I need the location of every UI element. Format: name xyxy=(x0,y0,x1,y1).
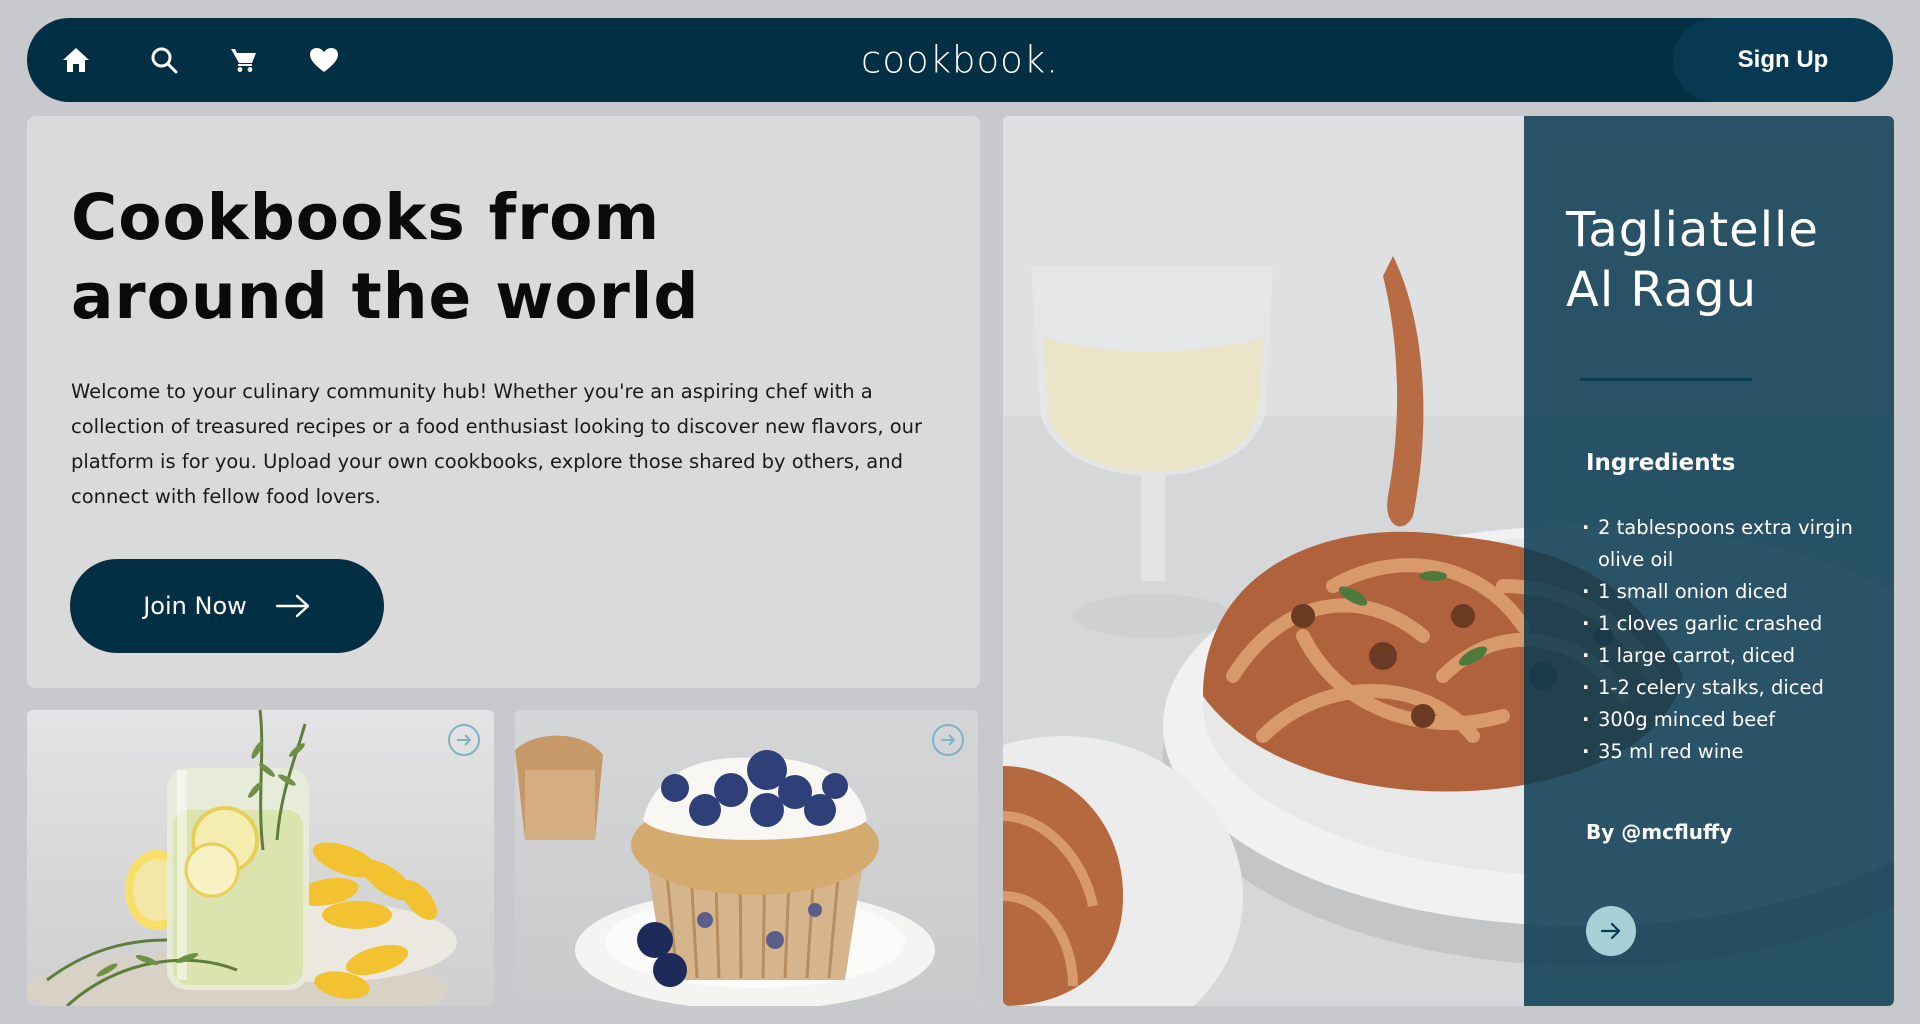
arrow-right-icon xyxy=(1600,922,1621,940)
top-navbar: cookbook. Sign Up xyxy=(27,18,1893,102)
recipe-title-line1: Tagliatelle xyxy=(1566,202,1819,258)
recipe-info-panel: Tagliatelle Al Ragu Ingredients 2 tables… xyxy=(1524,116,1894,1006)
arrow-circle-icon[interactable] xyxy=(448,724,480,756)
ingredients-list: 2 tablespoons extra virgin olive oil 1 s… xyxy=(1582,512,1886,768)
arrow-right-icon xyxy=(275,594,309,618)
home-icon[interactable] xyxy=(56,32,96,88)
ingredient-item: 1 small onion diced xyxy=(1582,576,1886,608)
join-now-button[interactable]: Join Now xyxy=(70,559,384,653)
lemonade-image xyxy=(27,710,457,1006)
hero-panel: Cookbooks from around the world Welcome … xyxy=(27,116,980,688)
ingredient-item: 1 cloves garlic crashed xyxy=(1582,608,1886,640)
hero-title-line2: around the world xyxy=(71,260,700,333)
heart-icon[interactable] xyxy=(284,32,364,88)
recipe-author[interactable]: By @mcfluffy xyxy=(1586,820,1732,844)
ingredient-item: 300g minced beef xyxy=(1582,704,1886,736)
title-divider xyxy=(1580,378,1752,381)
ingredient-item: 2 tablespoons extra virgin olive oil xyxy=(1582,512,1886,576)
ingredient-item: 35 ml red wine xyxy=(1582,736,1886,768)
ingredient-item: 1-2 celery stalks, diced xyxy=(1582,672,1886,704)
recipe-card-muffin[interactable] xyxy=(515,710,978,1006)
recipe-title-line2: Al Ragu xyxy=(1566,262,1758,318)
open-recipe-button[interactable] xyxy=(1586,906,1636,956)
nav-icon-group xyxy=(56,32,364,88)
muffin-image xyxy=(515,735,935,1006)
featured-recipe-card[interactable]: Tagliatelle Al Ragu Ingredients 2 tables… xyxy=(1003,116,1894,1006)
brand-logo[interactable]: cookbook. xyxy=(861,39,1059,82)
hero-title: Cookbooks from around the world xyxy=(71,178,831,336)
recipe-card-lemonade[interactable] xyxy=(27,710,494,1006)
ingredients-heading: Ingredients xyxy=(1586,450,1736,476)
recipe-title: Tagliatelle Al Ragu xyxy=(1566,200,1886,320)
arrow-circle-icon[interactable] xyxy=(932,724,964,756)
hero-description: Welcome to your culinary community hub! … xyxy=(71,380,923,508)
cart-icon[interactable] xyxy=(204,32,284,88)
ingredient-item: 1 large carrot, diced xyxy=(1582,640,1886,672)
search-icon[interactable] xyxy=(124,32,204,88)
join-now-label: Join Now xyxy=(143,592,247,620)
hero-title-line1: Cookbooks from xyxy=(71,181,661,254)
sign-up-button[interactable]: Sign Up xyxy=(1673,18,1893,102)
